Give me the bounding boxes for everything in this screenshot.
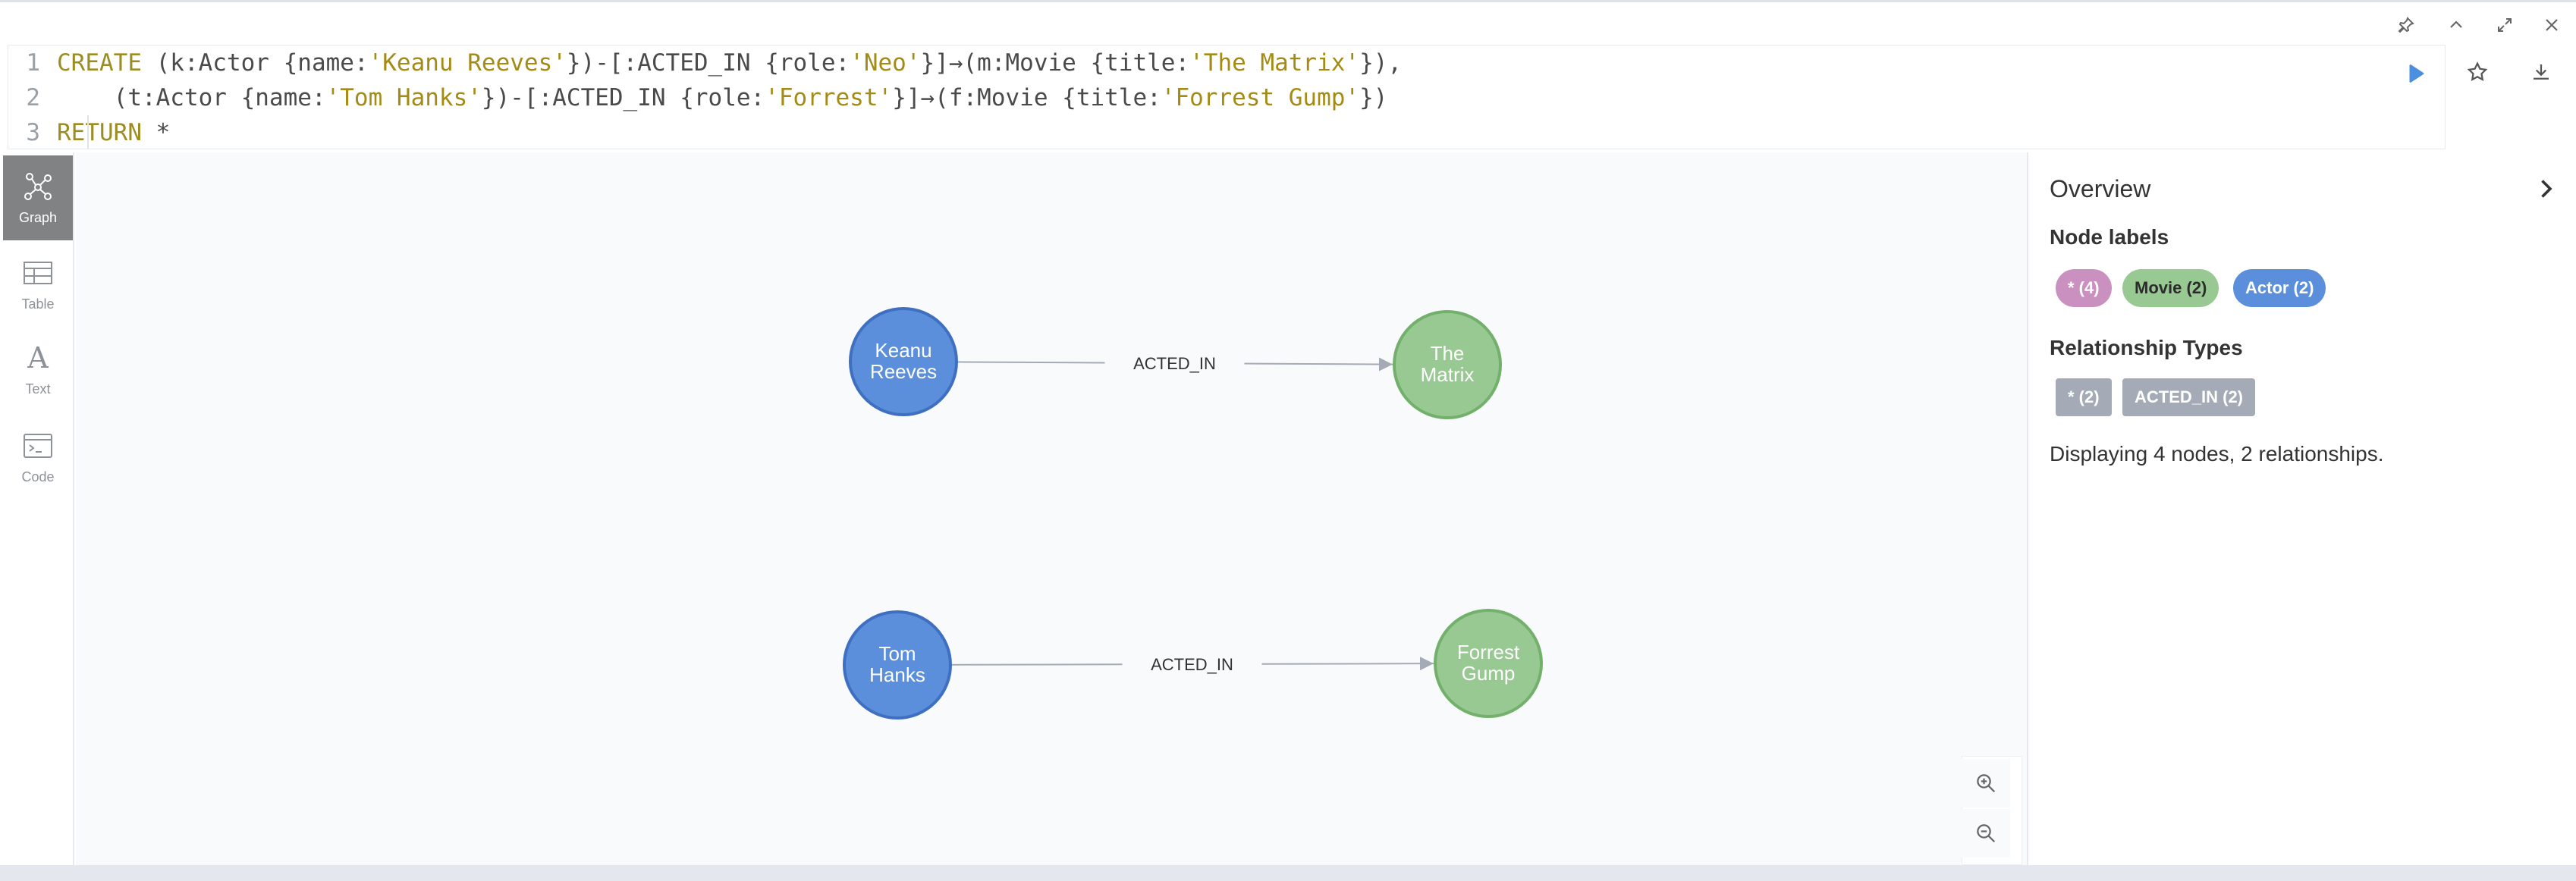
node-caption: Matrix: [1421, 363, 1475, 386]
svg-text:A: A: [27, 342, 49, 374]
favorite-button[interactable]: [2458, 52, 2497, 92]
code-fragment: *: [141, 119, 171, 146]
node-caption: The: [1431, 342, 1465, 365]
reltype-pill-acted-in[interactable]: ACTED_IN (2): [2122, 378, 2256, 416]
view-text-button[interactable]: A Text: [3, 327, 73, 412]
cypher-editor[interactable]: 1 CREATE (k:Actor {name: 'Keanu Reeves'})…: [8, 45, 2446, 149]
download-icon: [2534, 64, 2549, 80]
code-fragment: (k:Actor {name:: [141, 49, 369, 77]
result-summary: Displaying 4 nodes, 2 relationships.: [2050, 442, 2384, 466]
string-literal: 'Keanu Reeves': [368, 49, 567, 77]
query-result-frame: 1 CREATE (k:Actor {name: 'Keanu Reeves'})…: [0, 0, 2576, 881]
relationship-arrow: [1244, 357, 1393, 372]
relationship-edge[interactable]: ACTED_IN: [956, 354, 1393, 373]
collapse-up-icon[interactable]: [2441, 10, 2471, 40]
view-label: Graph: [18, 209, 58, 225]
string-literal: 'Forrest Gump': [1161, 84, 1360, 111]
table-icon: [24, 261, 52, 284]
string-literal: 'Tom Hanks': [325, 84, 482, 111]
node-caption: Reeves: [870, 360, 937, 383]
string-literal: 'Forrest': [765, 84, 893, 111]
node-caption: Hanks: [869, 663, 925, 686]
graph-node-movie[interactable]: TheMatrix: [1393, 310, 1502, 419]
graph-icon: [24, 172, 52, 200]
keyword-return: RETURN: [57, 119, 142, 146]
relationship-types-heading: Relationship Types: [2050, 336, 2243, 359]
relationship-type-label: ACTED_IN: [1133, 354, 1216, 373]
close-icon[interactable]: [2537, 10, 2567, 40]
label-pill-movie[interactable]: Movie (2): [2122, 269, 2219, 307]
graph-canvas[interactable]: ACTED_IN ACTED_IN Keanu Reeves The Matrix Tom…: [76, 152, 2027, 865]
view-table-button[interactable]: Table: [3, 242, 73, 327]
chevron-right-icon[interactable]: [2532, 175, 2559, 202]
label-pill-all[interactable]: * (4): [2056, 269, 2112, 307]
reltype-pill-all[interactable]: * (2): [2056, 378, 2112, 416]
view-label: Text: [25, 381, 51, 397]
code-line-3: 3 RETURN *: [8, 115, 170, 150]
node-labels-heading: Node labels: [2050, 225, 2169, 249]
code-fragment: }),: [1359, 49, 1403, 77]
overview-panel: Overview Node labels * (4) Movie (2) Act…: [2027, 152, 2576, 865]
graph-node-actor[interactable]: KeanuReeves: [849, 307, 958, 416]
fullscreen-icon[interactable]: [2490, 10, 2520, 40]
download-button[interactable]: [2521, 52, 2561, 92]
view-graph-button[interactable]: Graph: [3, 155, 73, 240]
view-label: Code: [21, 469, 55, 484]
label-pill-actor[interactable]: Actor (2): [2233, 269, 2326, 307]
line-number: 3: [26, 119, 40, 146]
node-caption: Forrest: [1457, 641, 1520, 663]
zoom-out-icon: [1977, 824, 1996, 843]
zoom-in-icon: [1977, 774, 1996, 793]
relationship-type-label: ACTED_IN: [1151, 655, 1233, 674]
pin-icon[interactable]: [2391, 10, 2421, 40]
code-fragment: (t:Actor {name:: [57, 84, 326, 111]
view-label: Table: [21, 296, 55, 312]
keyword-create: CREATE: [57, 49, 142, 77]
code-line-1: 1 CREATE (k:Actor {name: 'Keanu Reeves'})…: [8, 45, 1402, 80]
graph-node-movie[interactable]: ForrestGump: [1434, 609, 1543, 718]
code-fragment: }]→(m:Movie {title:: [920, 49, 1190, 77]
view-switcher: Graph Table A Text Code: [0, 152, 74, 865]
code-fragment: })-[:ACTED_IN {role:: [566, 49, 850, 77]
run-button[interactable]: [2395, 54, 2435, 93]
node-caption: Gump: [1462, 662, 1516, 685]
graph-node-actor[interactable]: TomHanks: [843, 610, 952, 720]
code-fragment: })-[:ACTED_IN {role:: [481, 84, 765, 111]
line-number: 2: [26, 84, 40, 111]
graph-visualization[interactable]: ACTED_IN ACTED_IN KeanuReeves TheMatrix Tom…: [76, 152, 2027, 865]
code-fragment: }]→(f:Movie {title:: [892, 84, 1161, 111]
code-icon: [24, 433, 52, 458]
star-icon: [2467, 61, 2488, 81]
zoom-in-button[interactable]: [1962, 759, 2010, 807]
code-fragment: }): [1359, 84, 1388, 111]
node-caption: Tom: [878, 642, 916, 665]
text-icon: A: [27, 342, 49, 374]
code-line-2: 2 (t:Actor {name: 'Tom Hanks'})-[:ACTED_I…: [8, 80, 1387, 115]
node-caption: Keanu: [875, 339, 931, 362]
relationship-arrow: [1261, 657, 1434, 671]
play-icon: [2409, 64, 2424, 83]
line-number: 1: [26, 49, 40, 77]
view-code-button[interactable]: Code: [3, 415, 73, 500]
string-literal: 'The Matrix': [1189, 49, 1360, 77]
zoom-out-button[interactable]: [1962, 809, 2010, 857]
indent-guide: [87, 115, 89, 149]
overview-title: Overview: [2050, 175, 2151, 202]
relationship-edge[interactable]: ACTED_IN: [950, 655, 1434, 674]
relationship-line: [950, 663, 1123, 666]
string-literal: 'Neo': [850, 49, 921, 77]
bottom-bar: [0, 865, 2576, 881]
